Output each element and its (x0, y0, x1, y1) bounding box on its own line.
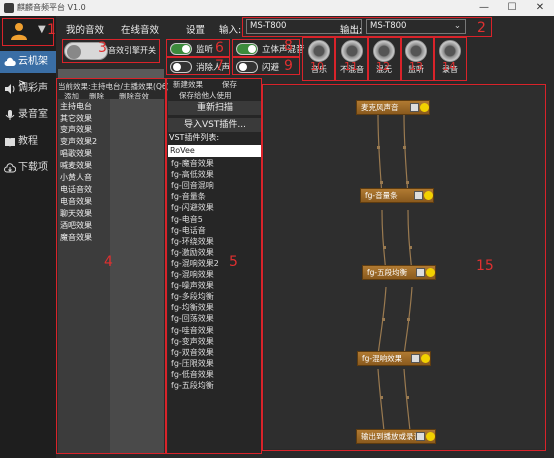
sidebar-item-downloads[interactable]: 下载项 (0, 157, 56, 179)
annotation-label-6: 6 (215, 40, 224, 56)
sidebar-item-tutorial[interactable]: 教程 (0, 131, 56, 153)
sidebar-item-label: 下载项 (18, 162, 48, 173)
annotation-label-12: 12 (376, 60, 390, 73)
annotation-label-3: 3 (98, 40, 107, 56)
sidebar-item-tune[interactable]: 调彩声 (0, 78, 56, 100)
minimize-button[interactable]: — (470, 0, 498, 16)
annotation-label-15: 15 (476, 258, 494, 274)
sidebar-item-studio[interactable]: 录音室 (0, 104, 56, 126)
menu-online-effects[interactable]: 在线音效 (121, 22, 159, 36)
annotation-box-3 (62, 39, 160, 63)
annotation-box-5 (166, 78, 262, 454)
close-button[interactable]: ✕ (526, 0, 554, 16)
maximize-button[interactable]: ☐ (498, 0, 526, 16)
annotation-label-1: 1 (47, 22, 56, 38)
microphone-icon (5, 110, 15, 120)
annotation-label-11: 11 (344, 60, 358, 73)
sidebar-item-label: 调彩声 (18, 83, 48, 94)
sidebar-item-label: 录音室 (18, 109, 48, 120)
annotation-label-4: 4 (104, 254, 113, 270)
sidebar-item-label: 云机架 (18, 56, 48, 67)
annotation-label-5: 5 (229, 254, 238, 270)
annotation-box-13 (401, 37, 434, 81)
sound-icon (5, 84, 15, 94)
menu-settings[interactable]: 设置 (186, 22, 205, 36)
annotation-box-14 (434, 37, 467, 81)
annotation-label-10: 10 (310, 60, 324, 73)
cloud-icon (4, 57, 16, 66)
annotation-label-2: 2 (477, 20, 486, 36)
annotation-label-9: 9 (284, 58, 293, 74)
book-icon (5, 138, 15, 147)
annotation-box-10 (302, 37, 335, 81)
effects-progress-bar (58, 69, 164, 78)
annotation-box-2 (242, 17, 492, 37)
sidebar-item-cloud-rack[interactable]: 云机架> (0, 51, 56, 89)
annotation-label-14: 14 (442, 60, 456, 73)
download-icon (4, 163, 16, 173)
annotation-label-13: 13 (409, 60, 423, 73)
sidebar-item-label: 教程 (18, 136, 38, 147)
title-bar: 麒麟音频平台 V1.0 — ☐ ✕ (0, 0, 554, 16)
annotation-box-12 (368, 37, 401, 81)
annotation-label-8: 8 (284, 38, 293, 54)
annotation-box-15 (262, 84, 546, 451)
app-window: 麒麟音频平台 V1.0 — ☐ ✕ ▼ 云机架> 调彩声 录音室 教程 下载项 … (0, 0, 554, 458)
input-label: 输入: (219, 25, 242, 36)
annotation-label-7: 7 (215, 58, 224, 74)
window-title: 麒麟音频平台 V1.0 (17, 3, 86, 12)
app-icon (4, 3, 14, 13)
menu-my-effects[interactable]: 我的音效 (66, 22, 104, 36)
annotation-box-11 (335, 37, 368, 81)
